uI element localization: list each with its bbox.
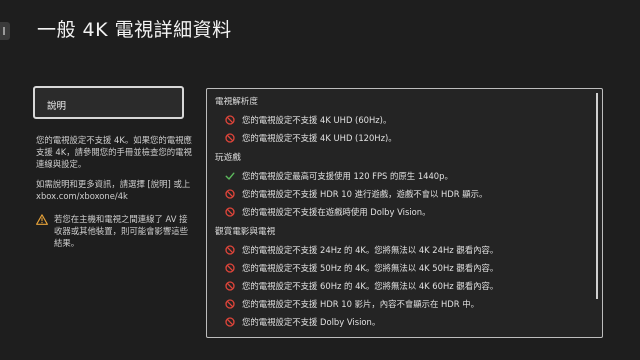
- guide-handle-icon: [3, 27, 5, 35]
- detail-item-text: 您的電視設定不支援在遊戲時使用 Dolby Vision。: [242, 207, 431, 217]
- details-panel[interactable]: 電視解析度您的電視設定不支援 4K UHD (60Hz)。 您的電視設定不支援 4…: [206, 88, 603, 338]
- prohibited-icon: [225, 263, 235, 273]
- guide-edge-tab[interactable]: [0, 22, 10, 40]
- detail-item: 您的電視設定不支援 HDR 10 影片，內容不會顯示在 HDR 中。: [215, 295, 585, 313]
- prohibited-icon: [225, 245, 235, 255]
- help-button[interactable]: 說明: [33, 86, 184, 119]
- detail-item: 您的電視設定不支援 4K UHD (120Hz)。: [215, 129, 585, 147]
- detail-item: 您的電視設定最高可支援使用 120 FPS 的原生 1440p。: [215, 167, 585, 185]
- warning-icon: [36, 214, 48, 225]
- section-title: 觀賞電影與電視: [215, 227, 276, 237]
- section-title: 玩遊戲: [215, 153, 241, 163]
- detail-item: 您的電視設定不支援 Dolby Vision。: [215, 313, 585, 331]
- tv-not-supported-text: 您的電視設定不支援 4K。如果您的電視應支援 4K，請參閱您的手冊並檢查您的電視…: [36, 135, 192, 169]
- detail-item-text: 您的電視設定不支援 HDR 10 影片，內容不會顯示在 HDR 中。: [242, 299, 479, 309]
- page-title: 一般 4K 電視詳細資料: [37, 19, 232, 41]
- av-receiver-warning: 若您在主機和電視之間連線了 AV 接收器或其他裝置，則可能會影響這些結果。: [36, 213, 194, 249]
- detail-item-text: 您的電視設定不支援 24Hz 的 4K。您將無法以 4K 24Hz 觀看內容。: [242, 245, 499, 255]
- prohibited-icon: [225, 189, 235, 199]
- detail-item-text: 您的電視設定最高可支援使用 120 FPS 的原生 1440p。: [242, 171, 453, 181]
- checkmark-icon: [225, 172, 235, 180]
- warning-text: 若您在主機和電視之間連線了 AV 接收器或其他裝置，則可能會影響這些結果。: [54, 214, 188, 248]
- tv-details-page: 一般 4K 電視詳細資料 說明 您的電視設定不支援 4K。如果您的電視應支援 4…: [0, 0, 640, 360]
- section-title: 電視解析度: [215, 97, 258, 107]
- detail-item-text: 您的電視設定不支援 60Hz 的 4K。您將無法以 4K 60Hz 觀看內容。: [242, 281, 499, 291]
- prohibited-icon: [225, 317, 235, 327]
- panel-scrollbar[interactable]: [596, 93, 598, 299]
- prohibited-icon: [225, 207, 235, 217]
- detail-item-text: 您的電視設定不支援 Dolby Vision。: [242, 317, 381, 327]
- detail-item: 您的電視設定不支援 HDR 10 進行遊戲，遊戲不會以 HDR 顯示。: [215, 185, 585, 203]
- detail-item-text: 您的電視設定不支援 HDR 10 進行遊戲，遊戲不會以 HDR 顯示。: [242, 189, 488, 199]
- detail-item-text: 您的電視設定不支援 4K UHD (120Hz)。: [242, 133, 397, 143]
- detail-item: 您的電視設定不支援 60Hz 的 4K。您將無法以 4K 60Hz 觀看內容。: [215, 277, 585, 295]
- detail-item-text: 您的電視設定不支援 4K UHD (60Hz)。: [242, 115, 392, 125]
- prohibited-icon: [225, 133, 235, 143]
- prohibited-icon: [225, 281, 235, 291]
- prohibited-icon: [225, 115, 235, 125]
- detail-item: 您的電視設定不支援 50Hz 的 4K。您將無法以 4K 50Hz 觀看內容。: [215, 259, 585, 277]
- detail-item: 您的電視設定不支援在遊戲時使用 Dolby Vision。: [215, 203, 585, 221]
- help-info-text: 如需說明和更多資訊，請選擇 [說明] 或上 xbox.com/xboxone/4…: [36, 179, 191, 201]
- detail-item-text: 您的電視設定不支援 50Hz 的 4K。您將無法以 4K 50Hz 觀看內容。: [242, 263, 499, 273]
- detail-item: 您的電視設定不支援 24Hz 的 4K。您將無法以 4K 24Hz 觀看內容。: [215, 241, 585, 259]
- details-content: 電視解析度您的電視設定不支援 4K UHD (60Hz)。 您的電視設定不支援 4…: [215, 95, 585, 331]
- prohibited-icon: [225, 299, 235, 309]
- detail-item: 您的電視設定不支援 4K UHD (60Hz)。: [215, 111, 585, 129]
